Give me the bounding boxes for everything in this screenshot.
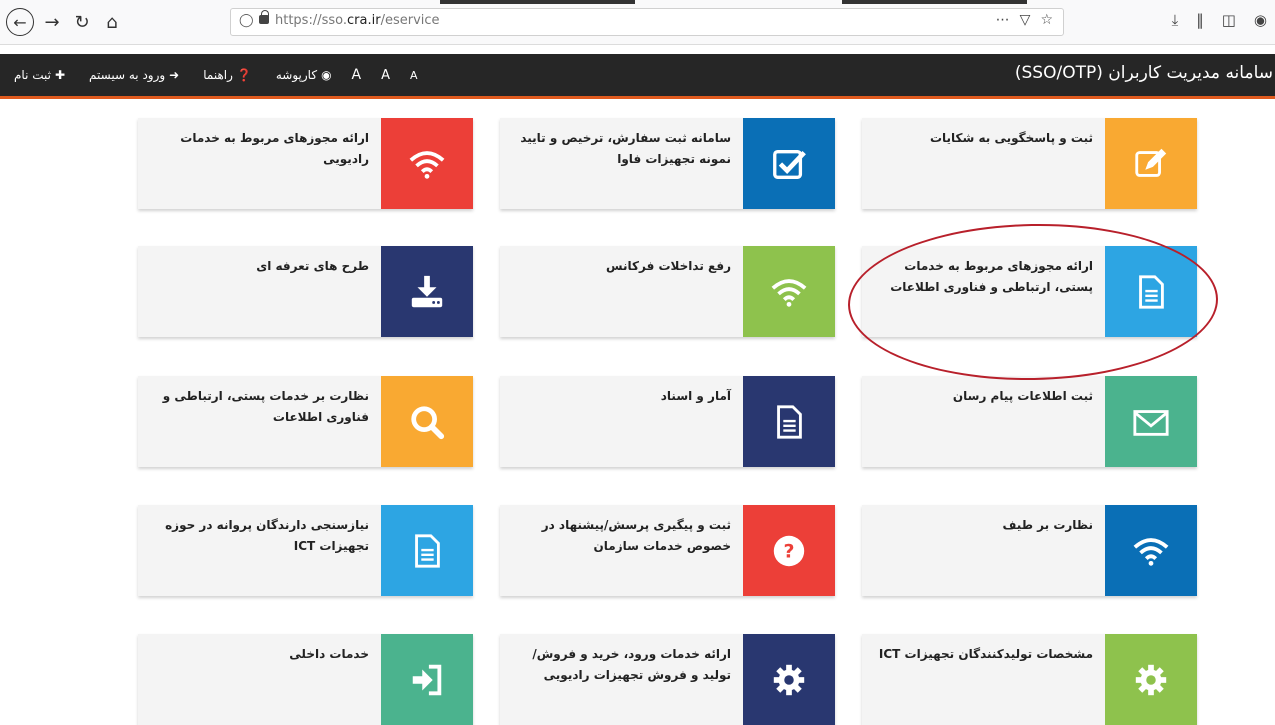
service-card-tariff-plans[interactable]: طرح های تعرفه ای	[138, 246, 473, 337]
card-label: ثبت و پیگیری پرسش/پیشنهاد در خصوص خدمات …	[541, 518, 731, 553]
wifi-icon	[743, 246, 835, 337]
service-card-ict-needs-assessment[interactable]: نیازسنجی دارندگان پروانه در حوزه تجهیزات…	[138, 505, 473, 596]
shield-icon[interactable]: ◯	[239, 13, 254, 28]
service-card-postal-supervision[interactable]: نظارت بر خدمات پستی، ارتباطی و فناوری اط…	[138, 376, 473, 467]
reload-icon[interactable]: ↻	[70, 10, 94, 34]
more-icon[interactable]: ⋯	[996, 12, 1010, 28]
gear-icon	[1105, 634, 1197, 725]
service-card-complaints[interactable]: ثبت و پاسخگویی به شکایات	[862, 118, 1197, 209]
service-card-spectrum-supervision[interactable]: نظارت بر طیف	[862, 505, 1197, 596]
service-card-questions-suggestions[interactable]: ? ثبت و پیگیری پرسش/پیشنهاد در خصوص خدما…	[500, 505, 835, 596]
user-plus-icon: ✚	[54, 68, 66, 82]
svg-text:?: ?	[783, 540, 794, 562]
card-label: نیازسنجی دارندگان پروانه در حوزه تجهیزات…	[165, 518, 369, 553]
sidebar-icon[interactable]: ◫	[1222, 11, 1236, 29]
card-label: سامانه ثبت سفارش، ترخیص و تایید نمونه تج…	[520, 131, 731, 166]
forward-icon[interactable]: →	[40, 10, 64, 34]
document-icon	[1105, 246, 1197, 337]
lock-icon[interactable]	[259, 10, 269, 24]
download-icon[interactable]: ⤓	[1172, 11, 1179, 29]
tab-indicator	[440, 0, 635, 4]
card-label: نظارت بر طیف	[1002, 518, 1094, 532]
service-card-fava-equipment[interactable]: سامانه ثبت سفارش، ترخیص و تایید نمونه تج…	[500, 118, 835, 209]
edit-icon	[1105, 118, 1197, 209]
account-icon[interactable]: ◉	[1254, 11, 1267, 29]
card-label: طرح های تعرفه ای	[256, 259, 369, 273]
card-label: نظارت بر خدمات پستی، ارتباطی و فناوری اط…	[162, 389, 369, 424]
card-label: ارائه خدمات ورود، خرید و فروش/تولید و فر…	[532, 647, 731, 682]
service-card-messenger-info[interactable]: ثبت اطلاعات پیام رسان	[862, 376, 1197, 467]
document-icon	[743, 376, 835, 467]
register-link[interactable]: ✚ ثبت نام	[14, 68, 65, 82]
login-link[interactable]: ➜ ورود به سیستم	[89, 68, 179, 82]
card-label: خدمات داخلی	[289, 647, 369, 661]
sign-in-icon	[381, 634, 473, 725]
service-card-radio-equipment-trade[interactable]: ارائه خدمات ورود، خرید و فروش/تولید و فر…	[500, 634, 835, 725]
question-icon: ?	[743, 505, 835, 596]
service-card-statistics[interactable]: آمار و اسناد	[500, 376, 835, 467]
envelope-icon	[1105, 376, 1197, 467]
sign-in-icon: ➜	[169, 68, 180, 82]
card-label: ثبت و پاسخگویی به شکایات	[929, 131, 1093, 145]
card-label: ارائه مجوزهای مربوط به خدمات پستی، ارتبا…	[890, 259, 1093, 294]
site-header: سامانه مدیریت کاربران (SSO/OTP) ✚ ثبت نام…	[0, 54, 1275, 99]
service-card-internal-services[interactable]: خدمات داخلی	[138, 634, 473, 725]
wifi-icon	[1105, 505, 1197, 596]
checkbox-icon	[743, 118, 835, 209]
site-title: سامانه مدیریت کاربران (SSO/OTP)	[1014, 63, 1273, 83]
header-nav: ✚ ثبت نام ➜ ورود به سیستم ❓ راهنما ◉ کارپوشه…	[14, 54, 418, 96]
card-label: ارائه مجوزهای مربوط به خدمات رادیویی	[180, 131, 369, 166]
font-size-medium[interactable]: A	[381, 68, 390, 83]
library-icon[interactable]: ‖	[1196, 11, 1204, 29]
service-card-postal-ict-licenses[interactable]: ارائه مجوزهای مربوط به خدمات پستی، ارتبا…	[862, 246, 1197, 337]
tab-indicator	[842, 0, 1027, 4]
pocket-icon[interactable]: ▽	[1020, 12, 1031, 28]
url-bar[interactable]: ◯ https://sso.cra.ir/eservice ⋯ ▽ ☆	[230, 8, 1064, 36]
dashboard-link[interactable]: ◉ کارپوشه	[276, 68, 332, 82]
font-size-small[interactable]: A	[410, 69, 418, 82]
service-card-frequency-interference[interactable]: رفع تداخلات فرکانس	[500, 246, 835, 337]
card-label: آمار و اسناد	[660, 389, 731, 403]
card-label: مشخصات تولیدکنندگان تجهیزات ICT	[878, 647, 1093, 661]
service-card-ict-manufacturers[interactable]: مشخصات تولیدکنندگان تجهیزات ICT	[862, 634, 1197, 725]
question-circle-icon: ❓	[236, 68, 252, 82]
back-icon[interactable]: ←	[6, 8, 34, 36]
dashboard-icon: ◉	[321, 68, 332, 82]
service-card-radio-licenses[interactable]: ارائه مجوزهای مربوط به خدمات رادیویی	[138, 118, 473, 209]
document-icon	[381, 505, 473, 596]
card-label: رفع تداخلات فرکانس	[606, 259, 731, 273]
wifi-icon	[381, 118, 473, 209]
download-drive-icon	[381, 246, 473, 337]
star-icon[interactable]: ☆	[1040, 12, 1053, 28]
search-icon	[381, 376, 473, 467]
card-label: ثبت اطلاعات پیام رسان	[952, 389, 1093, 403]
browser-toolbar: ← → ↻ ⌂ ◯ https://sso.cra.ir/eservice ⋯ …	[0, 0, 1275, 45]
url-text[interactable]: https://sso.cra.ir/eservice	[275, 13, 440, 28]
gear-icon	[743, 634, 835, 725]
font-size-large[interactable]: A	[352, 67, 362, 83]
help-link[interactable]: ❓ راهنما	[203, 68, 252, 82]
home-icon[interactable]: ⌂	[100, 10, 124, 34]
